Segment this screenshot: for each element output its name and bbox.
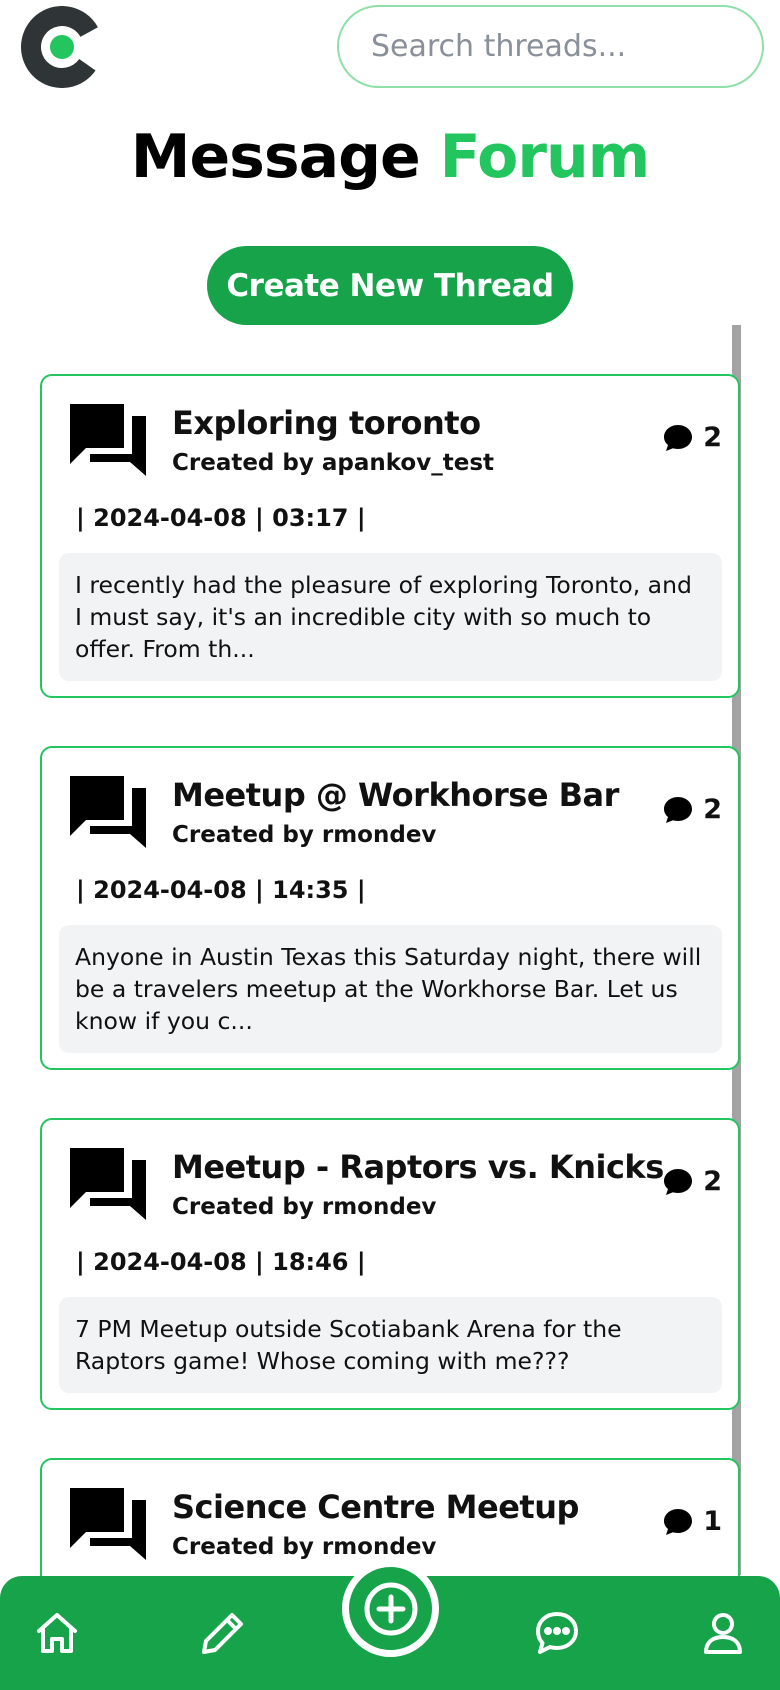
comment-icon	[664, 796, 693, 823]
thread-timestamp: | 2024-04-08 | 14:35 |	[76, 876, 366, 904]
comment-icon	[664, 424, 693, 451]
add-thread-fab[interactable]	[342, 1560, 439, 1657]
thread-title[interactable]: Meetup - Raptors vs. Knicks	[172, 1148, 664, 1186]
page-title: Message Forum	[0, 122, 780, 192]
forum-icon	[70, 776, 146, 848]
reply-count: 2	[663, 1166, 722, 1197]
forum-icon	[70, 1488, 146, 1560]
page-title-main: Message	[130, 122, 421, 192]
thread-title[interactable]: Science Centre Meetup	[172, 1488, 579, 1526]
reply-count: 2	[663, 794, 722, 825]
user-icon	[704, 1613, 742, 1654]
app-logo[interactable]	[21, 6, 103, 88]
nav-home-button[interactable]	[32, 1608, 82, 1658]
thread-card[interactable]: Meetup - Raptors vs. Knicks Created by r…	[40, 1118, 740, 1410]
search-input[interactable]	[371, 29, 762, 64]
thread-preview: I recently had the pleasure of exploring…	[59, 553, 722, 681]
home-icon	[37, 1613, 77, 1653]
nav-write-button[interactable]	[198, 1608, 248, 1658]
search-bar[interactable]	[337, 5, 764, 88]
reply-count-value: 1	[703, 1506, 722, 1537]
thread-title[interactable]: Meetup @ Workhorse Bar	[172, 776, 619, 814]
thread-card[interactable]: Exploring toronto Created by apankov_tes…	[40, 374, 740, 698]
chat-icon	[536, 1612, 578, 1654]
page-title-accent: Forum	[439, 122, 651, 192]
forum-icon	[70, 1148, 146, 1220]
reply-count-value: 2	[703, 794, 722, 825]
forum-icon	[70, 404, 146, 476]
nav-profile-button[interactable]	[698, 1608, 748, 1658]
thread-author: Created by apankov_test	[172, 450, 494, 476]
thread-timestamp: | 2024-04-08 | 18:46 |	[76, 1248, 366, 1276]
create-thread-button[interactable]: Create New Thread	[207, 246, 573, 325]
comment-icon	[664, 1168, 693, 1195]
reply-count: 2	[663, 422, 722, 453]
thread-author: Created by rmondev	[172, 1194, 437, 1220]
thread-author: Created by rmondev	[172, 822, 437, 848]
reply-count: 1	[663, 1506, 722, 1537]
thread-preview: 7 PM Meetup outside Scotiabank Arena for…	[59, 1297, 722, 1393]
reply-count-value: 2	[703, 1166, 722, 1197]
comment-icon	[664, 1508, 693, 1535]
thread-timestamp: | 2024-04-08 | 03:17 |	[76, 504, 366, 532]
thread-author: Created by rmondev	[172, 1534, 437, 1560]
thread-preview: Anyone in Austin Texas this Saturday nig…	[59, 925, 722, 1053]
plus-circle-icon	[364, 1582, 417, 1635]
thread-title[interactable]: Exploring toronto	[172, 404, 481, 442]
thread-card[interactable]: Meetup @ Workhorse Bar Created by rmonde…	[40, 746, 740, 1070]
reply-count-value: 2	[703, 422, 722, 453]
pencil-icon	[202, 1613, 243, 1654]
nav-chat-button[interactable]	[532, 1608, 582, 1658]
